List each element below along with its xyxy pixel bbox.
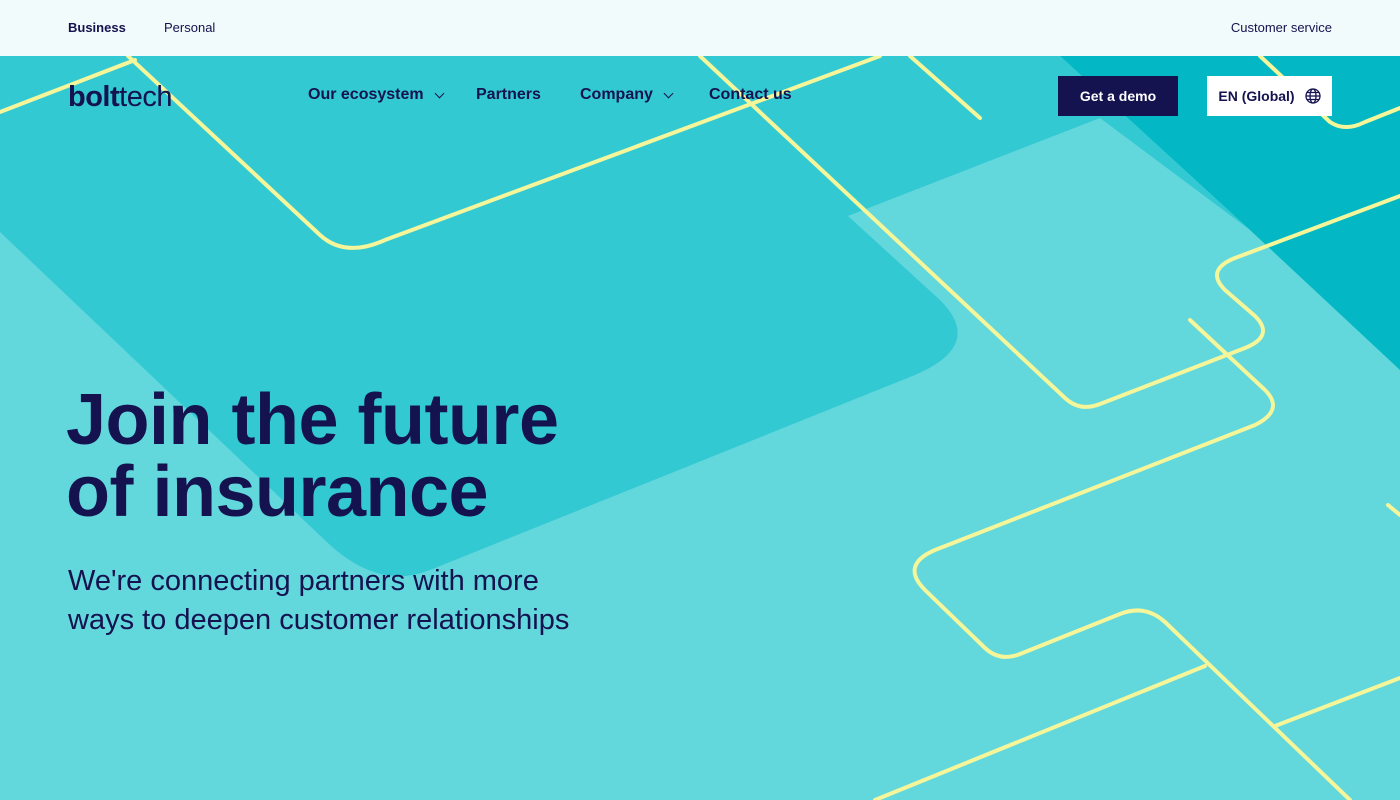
hero-subtitle: We're connecting partners with more ways… [68,562,628,640]
nav-company-label: Company [580,86,653,103]
segment-business-link[interactable]: Business [68,20,126,35]
nav-our-ecosystem[interactable]: Our ecosystem [308,86,445,104]
language-label: EN (Global) [1218,88,1295,104]
hero-subtitle-line-2: ways to deepen customer relationships [68,604,570,636]
boltech-logo[interactable]: bolt tech [68,81,172,113]
top-bar: Business Personal Customer service [0,0,1400,56]
hero-title-line-2: of insurance [66,452,489,532]
chevron-down-icon [434,88,445,98]
chevron-down-icon [663,88,674,98]
nav-contact-us-label: Contact us [709,86,792,103]
nav-company[interactable]: Company [580,86,674,104]
globe-icon [1304,88,1321,104]
language-selector-button[interactable]: EN (Global) [1207,76,1332,116]
nav-partners-label: Partners [476,86,541,103]
customer-service-link[interactable]: Customer service [1231,20,1332,35]
hero-title-line-1: Join the future [66,380,559,460]
get-a-demo-label: Get a demo [1079,88,1157,104]
hero-title: Join the future of insurance [66,384,559,528]
nav-partners[interactable]: Partners [476,86,541,104]
hero-subtitle-line-1: We're connecting partners with more [68,565,539,597]
nav-our-ecosystem-label: Our ecosystem [308,86,424,103]
nav-contact-us[interactable]: Contact us [709,86,792,104]
get-a-demo-button[interactable]: Get a demo [1058,76,1178,116]
segment-personal-link[interactable]: Personal [164,20,215,35]
